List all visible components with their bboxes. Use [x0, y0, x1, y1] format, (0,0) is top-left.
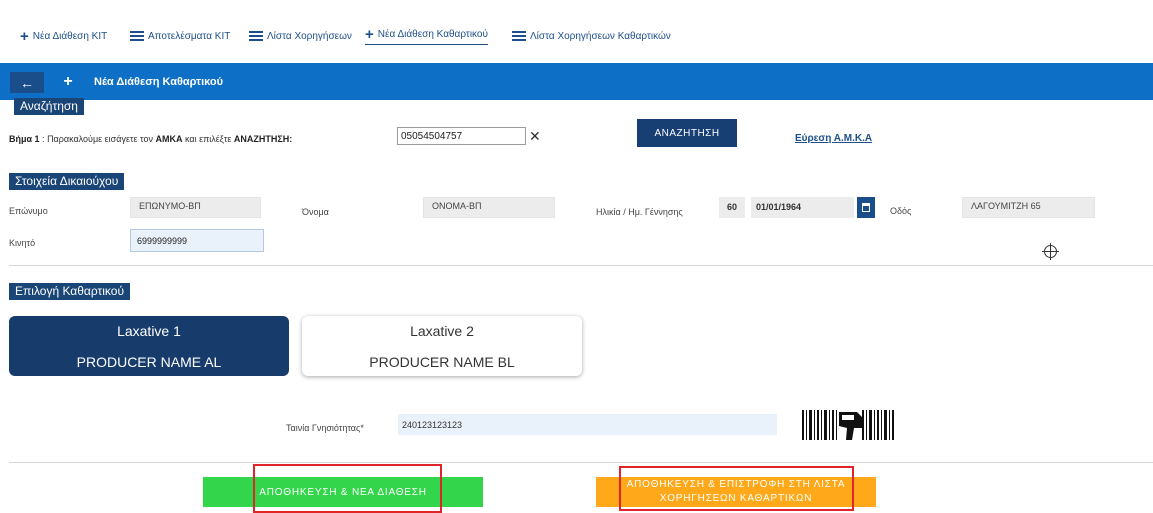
add-button[interactable]: +	[58, 72, 78, 92]
street-field: ΛΑΓΟΥΜΙΤΖΗ 65	[962, 197, 1095, 218]
section-divider	[9, 265, 1153, 266]
nav-kit-results[interactable]: Αποτελέσματα ΚΙΤ	[130, 27, 230, 45]
laxative-option-name: Laxative 1	[117, 323, 181, 339]
surname-label: Επώνυμο	[9, 206, 48, 216]
laxative-option-producer: PRODUCER NAME BL	[369, 354, 515, 370]
find-amka-link[interactable]: Εύρεση Α.Μ.Κ.Α	[795, 133, 872, 144]
laxative-option-2[interactable]: Laxative 2 PRODUCER NAME BL	[302, 316, 582, 376]
nav-administrations-list-label: Λίστα Χορηγήσεων	[267, 30, 352, 42]
mobile-input[interactable]	[130, 229, 264, 252]
name-field: ΟΝΟΜΑ-ΒΠ	[423, 197, 555, 218]
barcode-scanner-icon[interactable]	[802, 408, 894, 442]
dob-field: 01/01/1964	[751, 197, 854, 218]
back-button[interactable]: ←	[10, 72, 44, 93]
laxative-option-producer: PRODUCER NAME AL	[76, 354, 222, 370]
name-label: Όνομα	[302, 207, 329, 217]
actions-divider	[9, 462, 1153, 463]
nav-new-laxative[interactable]: + Νέα Διάθεση Καθαρτικού	[365, 27, 488, 45]
step-label: Βήμα 1	[9, 134, 40, 144]
step-amka: ΑΜΚΑ	[155, 134, 183, 144]
save-and-new-button[interactable]: ΑΠΟΘΗΚΕΥΣΗ & ΝΕΑ ΔΙΑΘΕΣΗ	[203, 477, 483, 507]
nav-new-kit[interactable]: + Νέα Διάθεση ΚΙΤ	[20, 27, 107, 45]
crosshair-icon	[1042, 243, 1059, 260]
clear-icon[interactable]: ✕	[529, 127, 541, 145]
top-navigation: + Νέα Διάθεση ΚΙΤ Αποτελέσματα ΚΙΤ Λίστα…	[0, 0, 1153, 62]
step-and: και επιλέξτε	[182, 134, 234, 144]
calendar-button[interactable]	[857, 197, 875, 218]
nav-new-laxative-label: Νέα Διάθεση Καθαρτικού	[377, 29, 488, 40]
step-text: Παρακαλούμε εισάγετε τον	[47, 134, 156, 144]
search-button[interactable]: ΑΝΑΖΗΤΗΣΗ	[637, 119, 737, 147]
laxative-option-name: Laxative 2	[410, 323, 474, 339]
surname-field: ΕΠΩΝΥΜΟ-ΒΠ	[130, 197, 261, 218]
save-and-return-button[interactable]: ΑΠΟΘΗΚΕΥΣΗ & ΕΠΙΣΤΡΟΦΗ ΣΤΗ ΛΙΣΤΑ ΧΟΡΗΓΗΣ…	[596, 477, 876, 507]
beneficiary-section-label: Στοιχεία Δικαιούχου	[9, 173, 125, 190]
age-field: 60	[719, 197, 745, 218]
list-icon	[249, 31, 263, 41]
step-colon: :	[39, 134, 48, 144]
nav-laxative-administrations-list-label: Λίστα Χορηγήσεων Καθαρτικών	[530, 30, 671, 42]
street-label: Οδός	[890, 206, 912, 216]
list-icon	[130, 31, 144, 41]
calendar-icon	[862, 203, 870, 212]
page-title: Νέα Διάθεση Καθαρτικού	[94, 76, 224, 88]
search-instructions: Βήμα 1 : Παρακαλούμε εισάγετε τον ΑΜΚΑ κ…	[9, 134, 292, 144]
nav-kit-results-label: Αποτελέσματα ΚΙΤ	[148, 30, 231, 42]
nav-laxative-administrations-list[interactable]: Λίστα Χορηγήσεων Καθαρτικών	[512, 27, 671, 45]
list-icon	[512, 31, 526, 41]
plus-icon: +	[365, 26, 374, 43]
mobile-label: Κινητό	[9, 238, 36, 248]
laxative-section-label: Επιλογή Καθαρτικού	[9, 283, 131, 300]
plus-icon: +	[20, 27, 29, 45]
laxative-option-1[interactable]: Laxative 1 PRODUCER NAME AL	[9, 316, 289, 376]
nav-administrations-list[interactable]: Λίστα Χορηγήσεων	[249, 27, 352, 45]
nav-new-kit-label: Νέα Διάθεση ΚΙΤ	[32, 30, 108, 42]
search-section-label: Αναζήτηση	[14, 98, 84, 115]
age-dob-label: Ηλικία / Ημ. Γέννησης	[596, 207, 683, 217]
amka-input[interactable]	[397, 127, 526, 145]
plus-icon: +	[63, 73, 73, 90]
authenticity-label: Ταινία Γνησιότητας*	[286, 423, 364, 433]
back-arrow-icon: ←	[20, 74, 34, 91]
step-search: ΑΝΑΖΗΤΗΣΗ:	[233, 134, 293, 144]
authenticity-input[interactable]	[398, 414, 777, 435]
